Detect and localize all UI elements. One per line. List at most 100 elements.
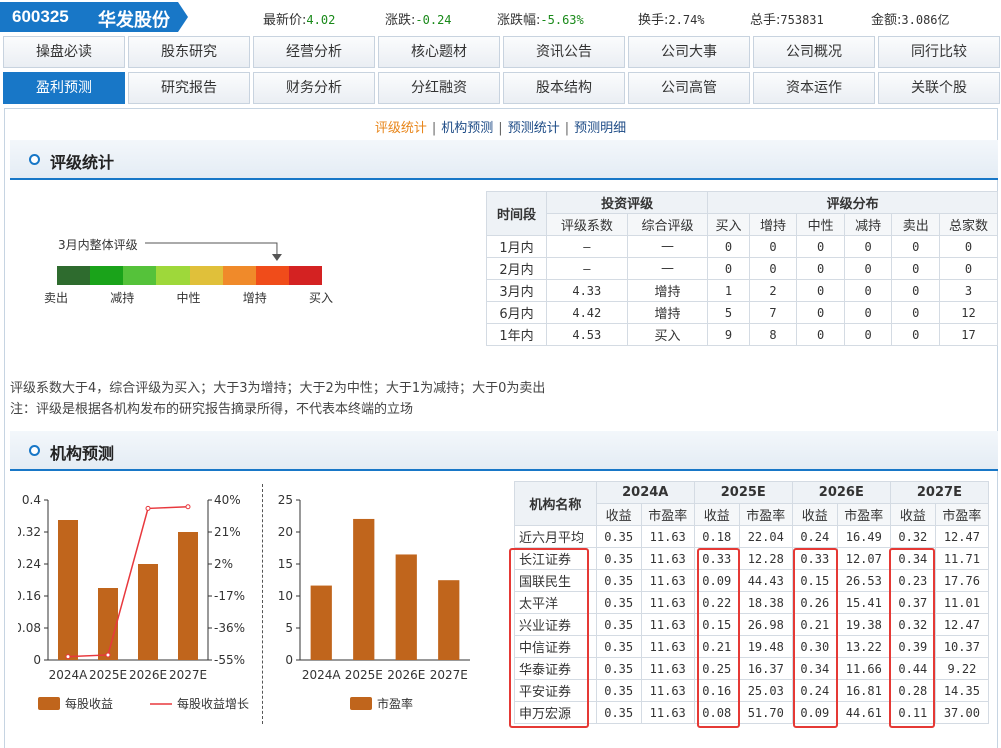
y-tick-label: 0 bbox=[285, 653, 293, 667]
nav-tab-4[interactable]: 核心题材 bbox=[378, 36, 500, 68]
highlight-box-orgs bbox=[509, 548, 589, 728]
stock-title-badge[interactable]: 600325 华发股份 bbox=[0, 2, 188, 32]
table-cell: 0 bbox=[707, 257, 750, 280]
th-sub: 总家数 bbox=[939, 213, 998, 236]
th-pe: 市盈率 bbox=[640, 503, 695, 526]
table-row: 1月内 — —0 0 0 0 0 0 bbox=[486, 235, 998, 258]
table-cell: 12.28 bbox=[738, 547, 793, 570]
table-row: 6月内 4.42 增持 5 7 0 0 0 12 bbox=[486, 301, 998, 324]
table-cell: 11.63 bbox=[640, 591, 695, 614]
th-year: 2024A bbox=[595, 481, 695, 504]
table-cell: 9.22 bbox=[934, 657, 990, 680]
nav-tab-13[interactable]: 股本结构 bbox=[503, 72, 625, 104]
table-cell: 11.63 bbox=[640, 569, 695, 592]
table-cell: 44.43 bbox=[738, 569, 793, 592]
y2-tick-label: -17% bbox=[214, 589, 245, 603]
th-pe: 市盈率 bbox=[738, 503, 793, 526]
sublink-forecast-detail[interactable]: 预测明细 bbox=[574, 121, 626, 136]
nav-tab-9[interactable]: 盈利预测 bbox=[3, 72, 125, 104]
nav-tab-16[interactable]: 关联个股 bbox=[878, 72, 1000, 104]
table-row: 1年内 4.53 买入 9 8 0 0 0 17 bbox=[486, 323, 998, 346]
th-year: 2025E bbox=[693, 481, 793, 504]
table-cell: 0 bbox=[707, 235, 750, 258]
gauge-segment bbox=[189, 266, 223, 285]
stock-header: 600325 华发股份 最新价:4.02 涨跌:-0.24 涨跌幅:-5.63%… bbox=[0, 0, 1001, 36]
table-cell: 25.03 bbox=[738, 679, 793, 702]
gauge-segment bbox=[57, 266, 91, 285]
stock-name: 华发股份 bbox=[98, 10, 170, 31]
x-tick-label: 2027E bbox=[169, 668, 207, 682]
quote-value: -0.24 bbox=[415, 13, 452, 27]
gauge-scale-label: 增持 bbox=[242, 291, 267, 305]
nav-tab-5[interactable]: 资讯公告 bbox=[503, 36, 625, 68]
nav-tab-2[interactable]: 股东研究 bbox=[128, 36, 250, 68]
quote-volume: 总手:753831 bbox=[750, 9, 824, 28]
gauge-scale-label: 减持 bbox=[110, 291, 135, 305]
y-tick-label: 0.08 bbox=[18, 621, 41, 635]
nav-tab-6[interactable]: 公司大事 bbox=[628, 36, 750, 68]
table-cell: 买入 bbox=[626, 323, 709, 346]
table-cell: 0 bbox=[891, 301, 941, 324]
bar bbox=[353, 518, 375, 660]
table-row: 3月内 4.33 增持 1 2 0 0 0 3 bbox=[486, 279, 998, 302]
table-cell: 4.53 bbox=[545, 323, 628, 346]
bullet-icon bbox=[29, 445, 40, 456]
table-cell: 0 bbox=[891, 323, 941, 346]
pe-chart: 0 5 10 15 20 25 2024A 2025E 2026E 2027E 市盈率 bbox=[278, 493, 470, 711]
legend-bar-icon bbox=[38, 697, 60, 710]
y-tick-label: 10 bbox=[278, 589, 293, 603]
table-cell: 0.18 bbox=[693, 525, 740, 548]
nav-tab-1[interactable]: 操盘必读 bbox=[3, 36, 125, 68]
th-eps: 收益 bbox=[889, 503, 936, 526]
sublink-forecast-stats[interactable]: 预测统计 bbox=[508, 121, 560, 136]
th-sub: 减持 bbox=[843, 213, 893, 236]
nav-tab-12[interactable]: 分红融资 bbox=[378, 72, 500, 104]
table-cell: 14.35 bbox=[934, 679, 990, 702]
table-cell: 4.33 bbox=[545, 279, 628, 302]
gauge-segment bbox=[156, 266, 190, 285]
table-cell: 0.35 bbox=[595, 547, 642, 570]
table-cell: 12 bbox=[939, 301, 998, 324]
rating-notes: 评级系数大于4，综合评级为买入；大于3为增持；大于2为中性；大于1为减持；大于0… bbox=[10, 378, 545, 420]
table-cell: 3月内 bbox=[486, 279, 547, 302]
table-cell: 0 bbox=[939, 235, 998, 258]
nav-tab-11[interactable]: 财务分析 bbox=[253, 72, 375, 104]
nav-tab-3[interactable]: 经营分析 bbox=[253, 36, 375, 68]
y2-tick-label: 21% bbox=[214, 525, 241, 539]
quote-turnover: 换手:2.74% bbox=[638, 9, 705, 28]
table-cell: 0 bbox=[796, 323, 845, 346]
table-cell: 1月内 bbox=[486, 235, 547, 258]
table-cell: 11.63 bbox=[640, 657, 695, 680]
table-cell: 7 bbox=[748, 301, 798, 324]
y-tick-label: 0.24 bbox=[18, 557, 41, 571]
bar bbox=[138, 564, 158, 660]
table-cell: 0 bbox=[891, 235, 941, 258]
table-cell: 9 bbox=[707, 323, 750, 346]
table-cell: 增持 bbox=[626, 301, 709, 324]
table-cell: 6月内 bbox=[486, 301, 547, 324]
y-tick-label: 15 bbox=[278, 557, 293, 571]
sublink-org-forecast[interactable]: 机构预测 bbox=[441, 121, 493, 136]
table-cell: 0.35 bbox=[595, 657, 642, 680]
sublink-rating-stats[interactable]: 评级统计 bbox=[375, 121, 427, 136]
nav-tab-15[interactable]: 资本运作 bbox=[753, 72, 875, 104]
quote-amount: 金额:3.086亿 bbox=[871, 9, 950, 28]
nav-tab-14[interactable]: 公司高管 bbox=[628, 72, 750, 104]
legend-label: 每股收益 bbox=[65, 696, 113, 711]
section-header-forecast: 机构预测 bbox=[10, 431, 998, 471]
nav-tab-8[interactable]: 同行比较 bbox=[878, 36, 1000, 68]
x-tick-label: 2025E bbox=[345, 668, 383, 682]
org-name[interactable]: 近六月平均 bbox=[514, 525, 597, 548]
gauge-scale-label: 卖出 bbox=[44, 291, 69, 305]
table-cell: 0.35 bbox=[595, 525, 642, 548]
chart-divider bbox=[262, 484, 263, 724]
table-cell: 2 bbox=[748, 279, 798, 302]
quote-value: 753831 bbox=[780, 13, 824, 27]
table-cell: 0 bbox=[843, 257, 893, 280]
nav-tab-10[interactable]: 研究报告 bbox=[128, 72, 250, 104]
table-cell: 0 bbox=[843, 323, 893, 346]
legend-label: 市盈率 bbox=[377, 696, 413, 711]
table-cell: 11.63 bbox=[640, 547, 695, 570]
nav-tab-7[interactable]: 公司概况 bbox=[753, 36, 875, 68]
bar bbox=[395, 554, 417, 660]
